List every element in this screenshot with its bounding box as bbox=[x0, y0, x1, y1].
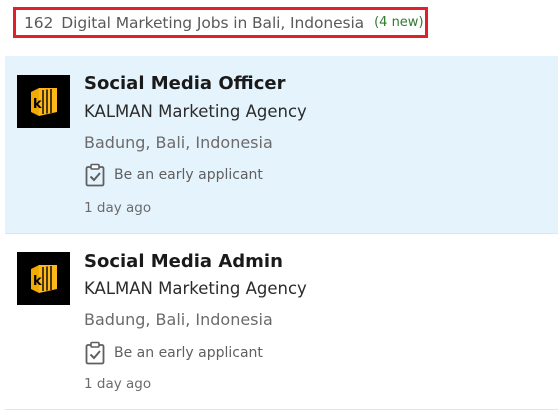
clipboard-check-icon bbox=[85, 163, 105, 187]
svg-text:k: k bbox=[33, 274, 42, 289]
job-card[interactable]: k Social Media Officer KALMAN Marketing … bbox=[5, 56, 558, 233]
job-location: Badung, Bali, Indonesia bbox=[84, 310, 273, 329]
results-count: 162 bbox=[24, 13, 54, 32]
job-insight: Be an early applicant bbox=[84, 341, 263, 365]
kalman-logo-icon: k bbox=[31, 265, 57, 293]
insight-text: Be an early applicant bbox=[114, 345, 263, 361]
kalman-logo-icon: k bbox=[31, 88, 57, 116]
job-insight: Be an early applicant bbox=[84, 163, 263, 187]
job-location: Badung, Bali, Indonesia bbox=[84, 133, 273, 152]
posted-time: 1 day ago bbox=[84, 200, 152, 216]
new-jobs-badge[interactable]: (4 new) bbox=[374, 15, 423, 30]
job-card[interactable]: k Social Media Admin KALMAN Marketing Ag… bbox=[5, 234, 558, 410]
clipboard-check-icon bbox=[85, 341, 105, 365]
job-title[interactable]: Social Media Admin bbox=[84, 251, 283, 272]
company-name[interactable]: KALMAN Marketing Agency bbox=[84, 279, 307, 298]
company-logo[interactable]: k bbox=[17, 252, 70, 305]
svg-text:k: k bbox=[33, 97, 42, 112]
company-name[interactable]: KALMAN Marketing Agency bbox=[84, 102, 307, 121]
results-title: Digital Marketing Jobs in Bali, Indonesi… bbox=[61, 13, 365, 32]
job-results-page: 162 Digital Marketing Jobs in Bali, Indo… bbox=[0, 0, 558, 413]
posted-time: 1 day ago bbox=[84, 376, 152, 392]
job-title[interactable]: Social Media Officer bbox=[84, 73, 285, 94]
results-header: 162 Digital Marketing Jobs in Bali, Indo… bbox=[13, 7, 428, 38]
company-logo[interactable]: k bbox=[17, 75, 70, 128]
insight-text: Be an early applicant bbox=[114, 167, 263, 183]
